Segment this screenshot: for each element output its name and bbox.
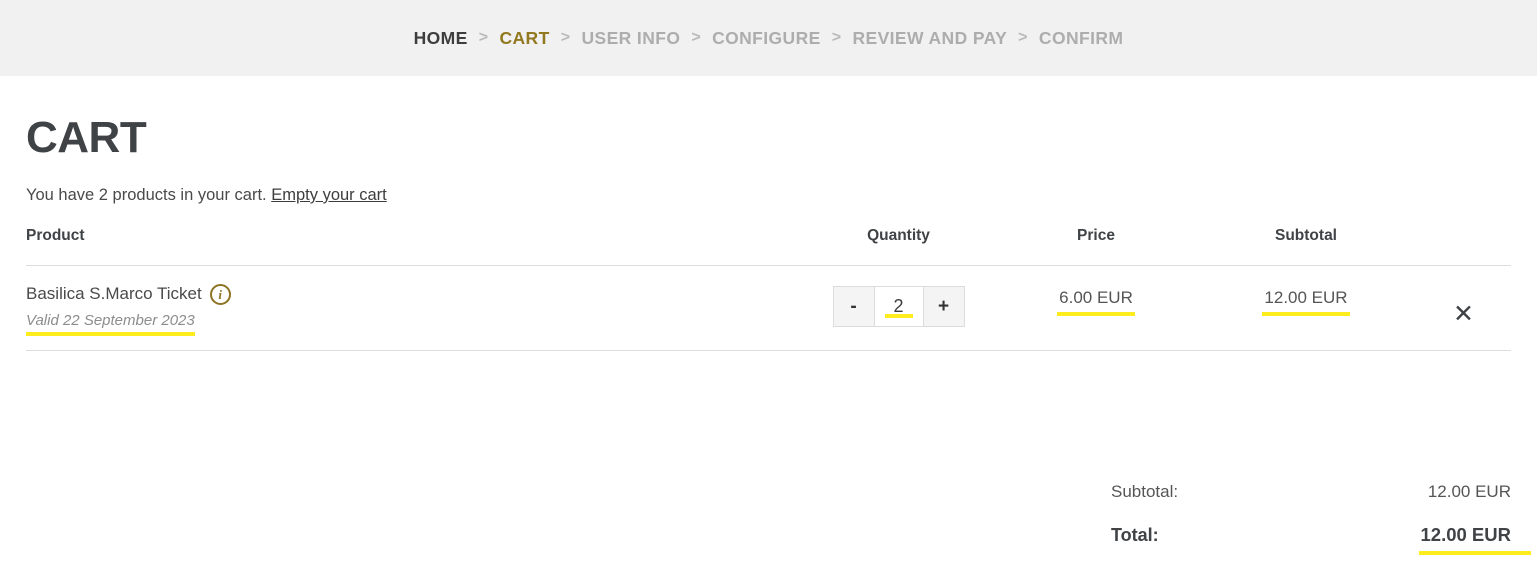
product-validity-label: Valid 22 September 2023	[26, 312, 195, 336]
price-cell: 6.00 EUR	[996, 265, 1196, 351]
breadcrumb-item-confirm[interactable]: CONFIRM	[1039, 28, 1123, 49]
breadcrumb-separator-icon: >	[1018, 29, 1028, 46]
breadcrumb-separator-icon: >	[831, 29, 842, 46]
subtotal-label: Subtotal:	[1111, 482, 1179, 501]
breadcrumb-item-home[interactable]: HOME	[414, 28, 468, 49]
total-label: Total:	[1111, 525, 1159, 545]
subtotal-value: 12.00 EUR	[1262, 288, 1350, 316]
column-header-quantity: Quantity	[801, 227, 996, 266]
subtotal-amount: 12.00 EUR	[1427, 482, 1511, 501]
quantity-stepper: - +	[832, 286, 965, 327]
remove-cell: ✕	[1416, 265, 1511, 351]
column-header-subtotal: Subtotal	[1196, 227, 1416, 266]
product-cell: Basilica S.Marco Ticket i Valid 22 Septe…	[26, 265, 801, 351]
column-header-remove	[1416, 227, 1511, 266]
cart-table-body: Basilica S.Marco Ticket i Valid 22 Septe…	[26, 265, 1511, 351]
close-icon[interactable]: ✕	[1453, 302, 1474, 327]
grand-total-row: Total: 12.00 EUR	[1111, 510, 1531, 555]
column-header-price: Price	[996, 227, 1196, 266]
totals-panel: Subtotal: 12.00 EUR Total: 12.00 EUR	[1111, 474, 1531, 555]
cart-summary-text: You have 2 products in your cart.	[26, 186, 267, 204]
product-name-label: Basilica S.Marco Ticket	[26, 284, 202, 304]
breadcrumb: HOME > CART > USER INFO > CONFIGURE > RE…	[414, 28, 1124, 49]
page-title: CART	[26, 113, 147, 162]
quantity-cell: - +	[801, 265, 996, 351]
main-content: CART You have 2 products in your cart. E…	[0, 113, 1537, 555]
quantity-increment-button[interactable]: +	[922, 287, 964, 326]
breadcrumb-item-cart[interactable]: CART	[499, 28, 549, 49]
product-name-wrap: Basilica S.Marco Ticket i	[26, 284, 801, 305]
breadcrumb-separator-icon: >	[691, 29, 702, 46]
subtotal-row: Subtotal: 12.00 EUR	[1111, 474, 1511, 510]
quantity-decrement-button[interactable]: -	[833, 287, 875, 326]
cart-table: Product Quantity Price Subtotal Basilica…	[26, 227, 1511, 351]
table-row: Basilica S.Marco Ticket i Valid 22 Septe…	[26, 265, 1511, 351]
info-icon[interactable]: i	[209, 284, 231, 305]
breadcrumb-item-user-info[interactable]: USER INFO	[581, 28, 680, 49]
breadcrumb-separator-icon: >	[478, 29, 489, 46]
table-header-row: Product Quantity Price Subtotal	[26, 227, 1511, 266]
empty-cart-link[interactable]: Empty your cart	[271, 186, 387, 204]
breadcrumb-item-configure[interactable]: CONFIGURE	[712, 28, 821, 49]
cart-table-head: Product Quantity Price Subtotal	[26, 227, 1511, 266]
breadcrumb-separator-icon: >	[560, 29, 571, 46]
quantity-input[interactable]	[874, 296, 923, 317]
subtotal-cell: 12.00 EUR	[1196, 265, 1416, 351]
price-value: 6.00 EUR	[1057, 288, 1135, 316]
breadcrumb-bar: HOME > CART > USER INFO > CONFIGURE > RE…	[0, 0, 1537, 76]
breadcrumb-item-review-and-pay[interactable]: REVIEW AND PAY	[852, 28, 1007, 49]
quantity-input-wrap	[874, 287, 923, 326]
cart-summary: You have 2 products in your cart. Empty …	[26, 186, 1511, 205]
column-header-product: Product	[26, 227, 801, 266]
total-amount: 12.00 EUR	[1418, 524, 1531, 555]
